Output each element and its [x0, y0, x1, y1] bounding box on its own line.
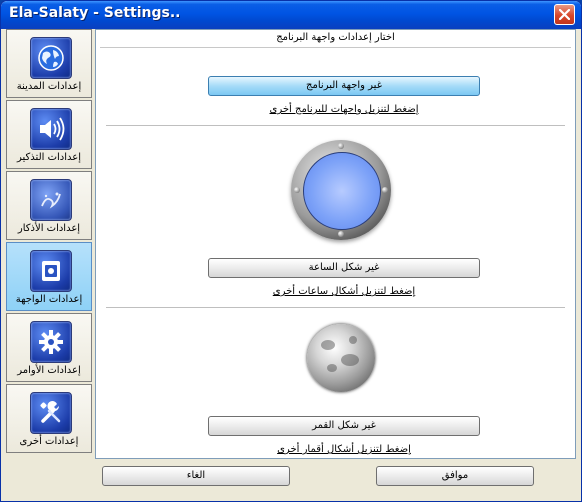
clock-preview — [291, 140, 391, 240]
change-clock-button[interactable]: غير شكل الساعة — [208, 258, 480, 278]
speaker-icon — [30, 108, 72, 150]
moon-crater — [341, 354, 359, 366]
sidebar-item-label: إعدادات المدينة — [16, 81, 82, 92]
panel-header: اختار إعدادات واجهة البرنامج — [276, 32, 395, 43]
sidebar-item-adhkar[interactable]: إعدادات الأذكار — [6, 171, 92, 240]
cancel-button[interactable]: الغاء — [102, 466, 290, 486]
clock-face — [303, 152, 381, 230]
download-moons-link[interactable]: إضغط لتنزيل أشكال أقمار أخرى — [208, 444, 480, 455]
title-bar[interactable]: Ela-Salaty - Settings.. — [1, 1, 581, 29]
quran-icon — [30, 179, 72, 221]
moon-preview — [307, 324, 375, 392]
interface-settings-panel: اختار إعدادات واجهة البرنامج غير واجهة ا… — [95, 29, 576, 459]
settings-window: Ela-Salaty - Settings.. إعدادات المدينة — [0, 0, 582, 502]
client-area: إعدادات المدينة إعدادات التذكير إعدادات … — [4, 29, 578, 500]
sidebar-item-label: إعدادات الأوامر — [17, 365, 81, 376]
change-interface-button[interactable]: غير واجهة البرنامج — [208, 76, 480, 96]
section-divider — [106, 307, 565, 308]
globe-icon — [30, 37, 72, 79]
window-title: Ela-Salaty - Settings.. — [9, 5, 181, 21]
moon-crater — [327, 364, 337, 372]
sidebar-item-commands[interactable]: إعدادات الأوامر — [6, 313, 92, 382]
tools-icon — [30, 392, 72, 434]
sidebar-item-interface[interactable]: إعدادات الواجهة — [6, 242, 92, 311]
sidebar-item-other[interactable]: إعدادات أخرى — [6, 384, 92, 453]
section-divider — [106, 125, 565, 126]
sidebar-item-city[interactable]: إعدادات المدينة — [6, 29, 92, 98]
close-button[interactable] — [554, 4, 575, 25]
clock-screw — [338, 231, 344, 237]
clock-screw — [294, 187, 300, 193]
interface-icon — [30, 250, 72, 292]
clock-screw — [338, 143, 344, 149]
gear-icon — [30, 321, 72, 363]
download-interfaces-link[interactable]: إضغط لتنزيل واجهات للبرنامج أخرى — [208, 104, 480, 115]
sidebar-item-label: إعدادات التذكير — [17, 152, 81, 163]
sidebar-item-label: إعدادات الواجهة — [15, 294, 83, 305]
ok-button[interactable]: موافق — [376, 466, 534, 486]
settings-sidebar: إعدادات المدينة إعدادات التذكير إعدادات … — [6, 29, 94, 459]
header-divider — [100, 47, 571, 48]
moon-crater — [349, 336, 357, 344]
download-clocks-link[interactable]: إضغط لتنزيل أشكال ساعات أخرى — [208, 286, 480, 297]
moon-crater — [321, 340, 335, 350]
sidebar-item-label: إعدادات الأذكار — [17, 223, 81, 234]
sidebar-item-label: إعدادات أخرى — [19, 436, 79, 447]
sidebar-item-reminder[interactable]: إعدادات التذكير — [6, 100, 92, 169]
change-moon-button[interactable]: غير شكل القمر — [208, 416, 480, 436]
close-icon — [559, 9, 570, 20]
clock-screw — [382, 187, 388, 193]
